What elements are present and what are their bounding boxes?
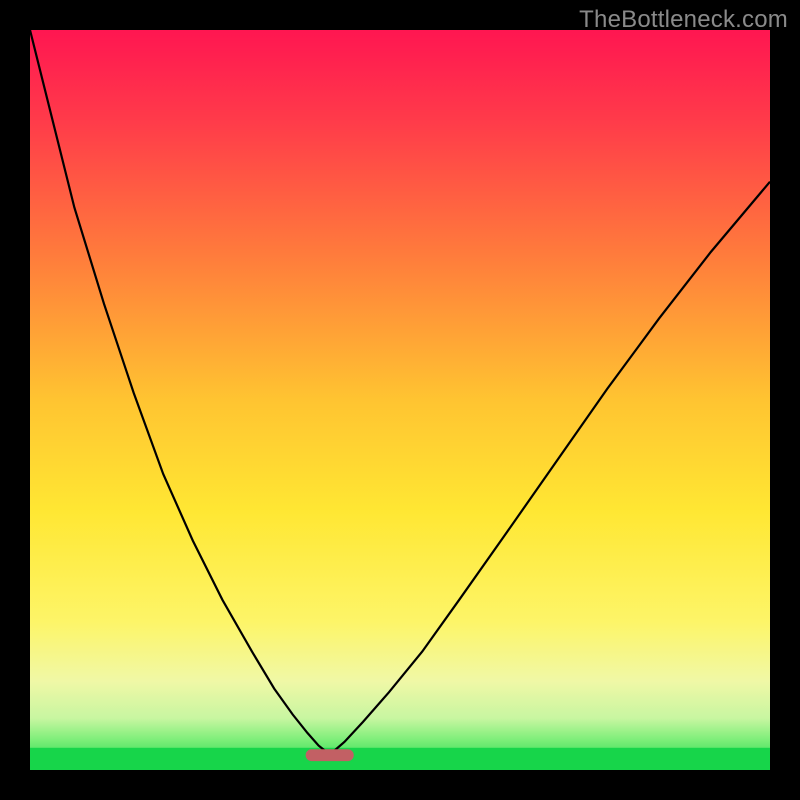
plot-svg — [30, 30, 770, 770]
bottleneck-marker — [306, 749, 354, 761]
plot-area — [30, 30, 770, 770]
bottom-band — [30, 748, 770, 770]
gradient-rect — [30, 30, 770, 770]
chart-frame: TheBottleneck.com — [0, 0, 800, 800]
